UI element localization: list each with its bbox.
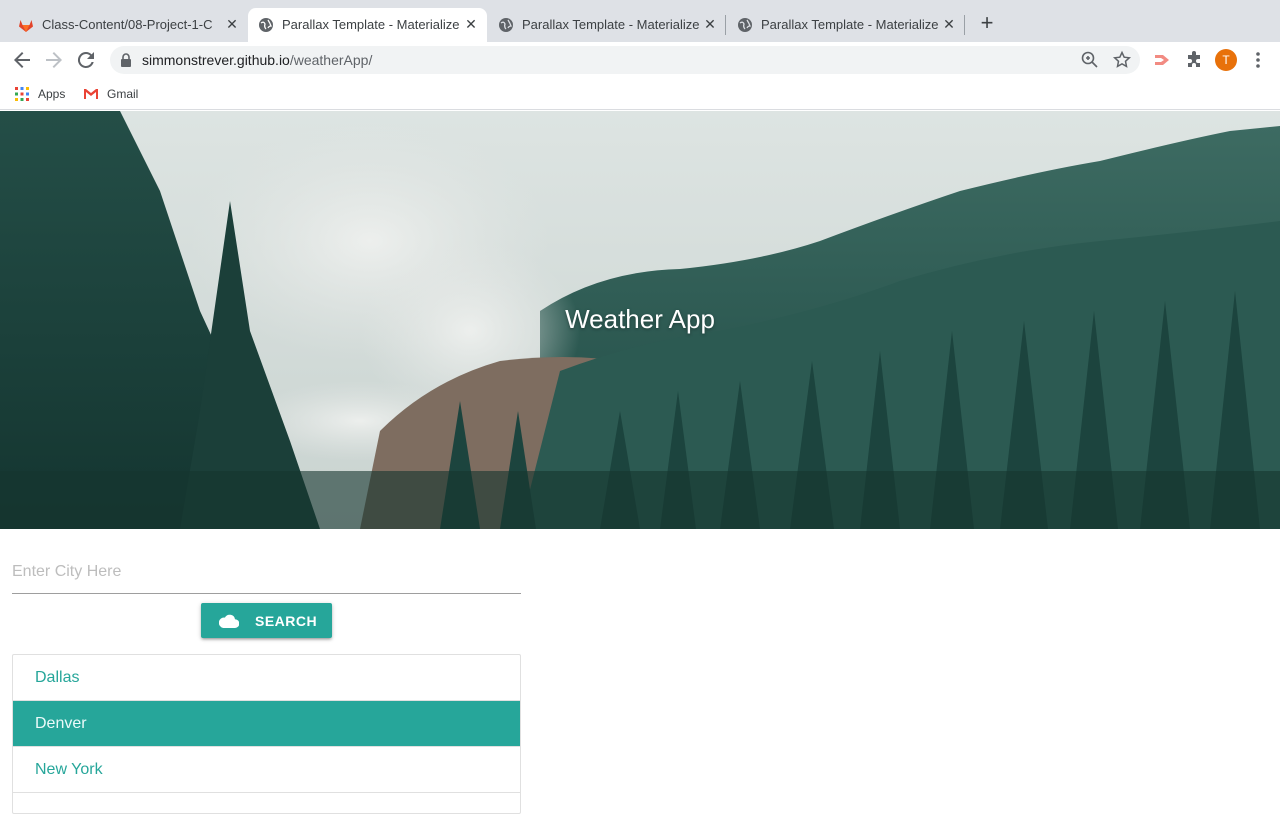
globe-icon: [259, 18, 273, 32]
apps-grid-icon: [15, 87, 29, 101]
lock-icon: [121, 53, 131, 67]
bookmark-label: Apps: [38, 87, 66, 101]
city-search-input[interactable]: [12, 550, 521, 594]
extensions-puzzle-icon[interactable]: [1184, 50, 1204, 70]
cloud-icon: [219, 614, 239, 628]
city-item-new-york[interactable]: New York: [13, 747, 520, 793]
tab-close-icon[interactable]: ✕: [940, 15, 958, 33]
tab-divider: [725, 15, 726, 35]
tab-parallax-2[interactable]: Parallax Template - Materialize ✕: [488, 8, 726, 42]
tab-title: Class-Content/08-Project-1-C: [42, 17, 213, 32]
globe-icon: [738, 18, 752, 32]
gmail-icon: [84, 89, 98, 99]
more-menu-icon[interactable]: [1250, 50, 1266, 70]
tab-divider: [964, 15, 965, 35]
city-item-denver[interactable]: Denver: [13, 701, 520, 747]
hero-title: Weather App: [565, 304, 715, 334]
back-arrow-icon[interactable]: [10, 48, 34, 72]
address-bar[interactable]: simmonstrever.github.io/weatherApp/: [110, 46, 1140, 74]
bookmark-apps[interactable]: Apps: [14, 86, 65, 102]
tab-close-icon[interactable]: ✕: [701, 15, 719, 33]
bookmark-gmail[interactable]: Gmail: [83, 86, 138, 102]
bookmark-star-icon[interactable]: [1112, 50, 1132, 70]
reload-icon[interactable]: [74, 48, 98, 72]
tab-parallax-3[interactable]: Parallax Template - Materialize ✕: [727, 8, 965, 42]
bookmarks-bar: Apps Gmail: [0, 78, 1280, 110]
new-tab-plus-icon[interactable]: +: [976, 12, 998, 35]
hero-parallax-image: Weather App: [0, 111, 1280, 529]
city-name: Dallas: [35, 669, 80, 686]
tab-gitlab[interactable]: Class-Content/08-Project-1-C ✕: [8, 8, 246, 42]
tab-close-icon[interactable]: ✕: [223, 15, 241, 33]
city-name: Denver: [35, 715, 87, 732]
extension-cast-icon[interactable]: [1152, 50, 1172, 70]
city-item-dallas[interactable]: Dallas: [13, 655, 520, 701]
url-host: simmonstrever.github.io: [142, 52, 290, 68]
city-name: New York: [35, 761, 103, 778]
tab-title: Parallax Template - Materialize: [282, 17, 460, 32]
bookmark-label: Gmail: [107, 87, 139, 101]
tab-title: Parallax Template - Materialize: [522, 17, 700, 32]
url-path: /weatherApp/: [289, 52, 373, 68]
profile-avatar[interactable]: T: [1215, 49, 1237, 71]
gitlab-icon: [19, 20, 33, 32]
tab-close-icon[interactable]: ✕: [462, 15, 480, 33]
zoom-icon[interactable]: [1080, 50, 1100, 70]
city-history-list: Dallas Denver New York: [12, 654, 521, 814]
tab-strip: Class-Content/08-Project-1-C ✕ Parallax …: [0, 0, 1280, 42]
tab-title: Parallax Template - Materialize: [761, 17, 939, 32]
tab-parallax-active[interactable]: Parallax Template - Materialize ✕: [248, 8, 487, 42]
globe-icon: [499, 18, 513, 32]
browser-toolbar: simmonstrever.github.io/weatherApp/ T: [0, 42, 1280, 78]
forward-arrow-icon[interactable]: [42, 48, 66, 72]
search-button-label: SEARCH: [255, 613, 318, 629]
search-button[interactable]: SEARCH: [201, 603, 332, 638]
url-text: simmonstrever.github.io/weatherApp/: [142, 52, 372, 68]
